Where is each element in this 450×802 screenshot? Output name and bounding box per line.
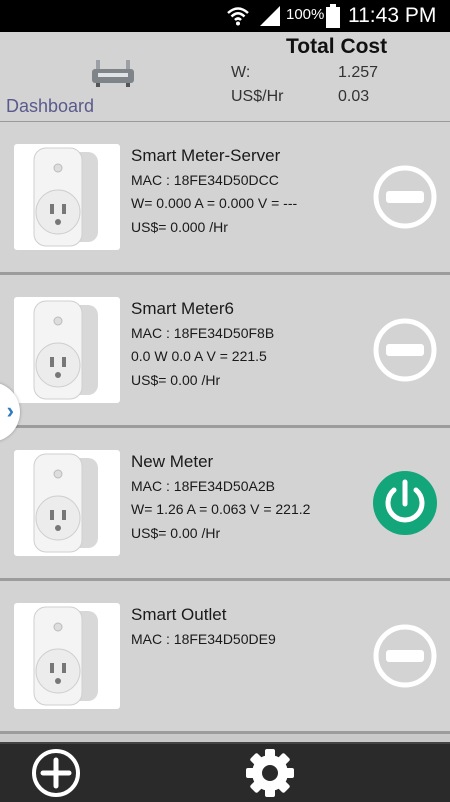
gear-icon[interactable] — [244, 747, 296, 799]
smart-plug-image — [14, 144, 120, 250]
device-mac: MAC : 18FE34D50A2B — [131, 478, 275, 494]
device-name: Smart Outlet — [131, 605, 227, 624]
add-circle-icon[interactable] — [30, 747, 82, 799]
chevron-right-icon: › — [6, 398, 14, 423]
device-readings: W= 0.000 A = 0.000 V = --- — [131, 195, 298, 211]
device-readings: W= 1.26 A = 0.063 V = 221.2 — [131, 501, 311, 517]
power-off-button[interactable] — [372, 317, 438, 383]
device-mac: MAC : 18FE34D50DE9 — [131, 631, 276, 647]
wifi-icon — [227, 7, 249, 26]
device-row[interactable]: Smart Meter-Server MAC : 18FE34D50DCC W=… — [0, 122, 450, 275]
device-mac: MAC : 18FE34D50DCC — [131, 172, 279, 188]
rate-value: 0.03 — [338, 88, 370, 105]
dashboard-header: Dashboard Total Cost W: 1.257 US$/Hr 0.0… — [0, 32, 450, 122]
battery-icon — [326, 4, 340, 28]
battery-percent: 100% — [286, 6, 325, 23]
rate-label: US$/Hr — [231, 88, 284, 105]
smart-plug-image — [14, 450, 120, 556]
smart-plug-image — [14, 603, 120, 709]
device-cost: US$= 0.00 /Hr — [131, 525, 221, 541]
status-bar: 100% 11:43 PM — [0, 0, 450, 32]
device-mac: MAC : 18FE34D50F8B — [131, 325, 275, 341]
device-name: New Meter — [131, 452, 214, 471]
device-row[interactable]: Smart Meter6 MAC : 18FE34D50F8B 0.0 W 0.… — [0, 275, 450, 428]
bottom-bar — [0, 742, 450, 802]
cell-signal-icon — [260, 6, 280, 26]
router-icon[interactable] — [90, 60, 136, 88]
device-row[interactable]: New Meter MAC : 18FE34D50A2B W= 1.26 A =… — [0, 428, 450, 581]
device-name: Smart Meter-Server — [131, 146, 281, 165]
clock: 11:43 PM — [348, 4, 437, 27]
power-off-button[interactable] — [372, 164, 438, 230]
power-on-button[interactable] — [372, 470, 438, 536]
watts-label: W: — [231, 64, 251, 81]
total-cost-title: Total Cost — [286, 35, 388, 58]
device-cost: US$= 0.00 /Hr — [131, 372, 221, 388]
smart-plug-image — [14, 297, 120, 403]
device-cost: US$= 0.000 /Hr — [131, 219, 228, 235]
device-row[interactable]: Smart Outlet MAC : 18FE34D50DE9 — [0, 581, 450, 734]
device-readings: 0.0 W 0.0 A V = 221.5 — [131, 348, 267, 364]
device-name: Smart Meter6 — [131, 299, 234, 318]
watts-value: 1.257 — [338, 64, 379, 81]
dashboard-label: Dashboard — [6, 96, 95, 116]
power-off-button[interactable] — [372, 623, 438, 689]
